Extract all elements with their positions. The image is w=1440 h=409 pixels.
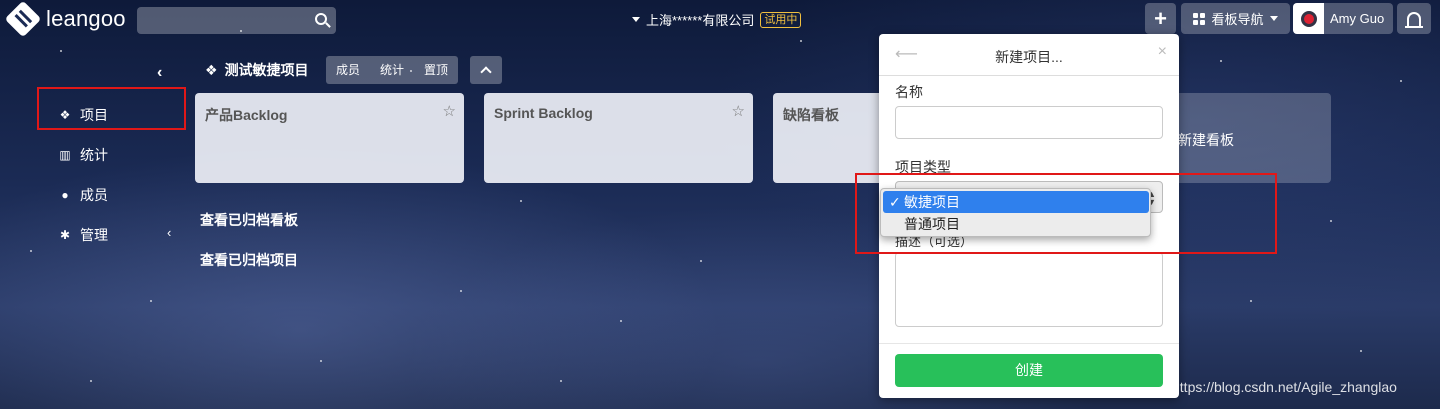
- watermark: https://blog.csdn.net/Agile_zhanglao: [1172, 379, 1397, 395]
- search-input[interactable]: [137, 7, 336, 34]
- company-switcher[interactable]: 上海******有限公司 试用中: [632, 10, 802, 29]
- trial-badge: 试用中: [760, 11, 802, 28]
- user-menu-button[interactable]: Amy Guo: [1293, 3, 1393, 34]
- notifications-button[interactable]: [1397, 3, 1431, 34]
- popup-header: ⟵ 新建项目... ×: [879, 34, 1179, 76]
- sidebar-item-label: 管理: [80, 227, 108, 243]
- sidebar-item-label: 成员: [80, 187, 108, 203]
- archived-boards-link[interactable]: 查看已归档看板: [200, 210, 298, 230]
- star-icon[interactable]: ☆: [443, 102, 456, 120]
- collapse-project-button[interactable]: [470, 56, 502, 84]
- sidebar-item-projects[interactable]: ❖ 项目: [58, 105, 108, 125]
- sidebar-item-manage[interactable]: ✱ 管理: [58, 225, 108, 245]
- user-name: Amy Guo: [1330, 11, 1385, 26]
- leangoo-logo-icon: [4, 0, 42, 38]
- users-icon: ●: [61, 188, 69, 202]
- sidebar-item-label: 统计: [80, 147, 108, 163]
- archived-projects-link[interactable]: 查看已归档项目: [200, 250, 298, 270]
- board-nav-button[interactable]: 看板导航: [1181, 3, 1290, 34]
- new-board-label: 新建看板: [1178, 132, 1234, 148]
- sidebar-item-members[interactable]: ● 成员: [58, 185, 108, 205]
- bar-chart-icon: ▥: [59, 148, 71, 162]
- add-button[interactable]: +: [1145, 3, 1176, 34]
- sidebar-item-stats[interactable]: ▥ 统计: [58, 145, 108, 165]
- bell-icon: [1405, 11, 1423, 28]
- close-icon[interactable]: ×: [1158, 43, 1167, 61]
- tab-stats[interactable]: 统计: [370, 56, 414, 84]
- chevron-up-icon: [480, 66, 492, 78]
- board-card[interactable]: 产品Backlog ☆: [195, 93, 464, 183]
- caret-down-icon: [632, 17, 640, 22]
- tab-members[interactable]: 成员: [326, 56, 370, 84]
- name-label: 名称: [895, 84, 923, 100]
- board-name: 产品Backlog: [205, 107, 288, 123]
- tab-pin[interactable]: 置顶: [414, 56, 458, 84]
- create-button[interactable]: 创建: [895, 354, 1163, 387]
- project-title[interactable]: ❖ 测试敏捷项目: [205, 60, 309, 80]
- board-name: Sprint Backlog: [494, 105, 593, 121]
- gear-icon: ✱: [59, 228, 71, 242]
- avatar: [1293, 3, 1324, 34]
- sidebar-collapse-icon[interactable]: ‹: [157, 64, 162, 82]
- sidebar-item-label: 项目: [80, 107, 108, 123]
- board-card[interactable]: Sprint Backlog ☆: [484, 93, 753, 183]
- divider: [879, 343, 1179, 344]
- star-icon[interactable]: ☆: [732, 102, 745, 120]
- board-nav-label: 看板导航: [1211, 12, 1264, 27]
- search-icon[interactable]: [315, 13, 327, 25]
- name-field[interactable]: [895, 106, 1163, 139]
- top-navbar: leangoo 上海******有限公司 试用中 + 看板导航 Amy Guo: [0, 0, 1440, 40]
- company-name: 上海******有限公司: [646, 13, 755, 28]
- project-tabs: 成员 统计 置顶: [326, 56, 459, 84]
- chevron-left-icon[interactable]: ‹: [167, 225, 171, 240]
- cubes-icon: ❖: [59, 108, 71, 122]
- project-title-text: 测试敏捷项目: [224, 62, 309, 78]
- board-name: 缺陷看板: [783, 107, 839, 123]
- popup-title: 新建项目...: [995, 49, 1063, 65]
- logo-text: leangoo: [46, 6, 126, 31]
- logo[interactable]: leangoo: [4, 0, 126, 38]
- highlight-box-dropdown: [855, 173, 1277, 254]
- description-field[interactable]: [895, 252, 1163, 327]
- grid-icon: [1193, 12, 1206, 25]
- cubes-icon: ❖: [205, 61, 218, 78]
- caret-down-icon: [1269, 16, 1278, 21]
